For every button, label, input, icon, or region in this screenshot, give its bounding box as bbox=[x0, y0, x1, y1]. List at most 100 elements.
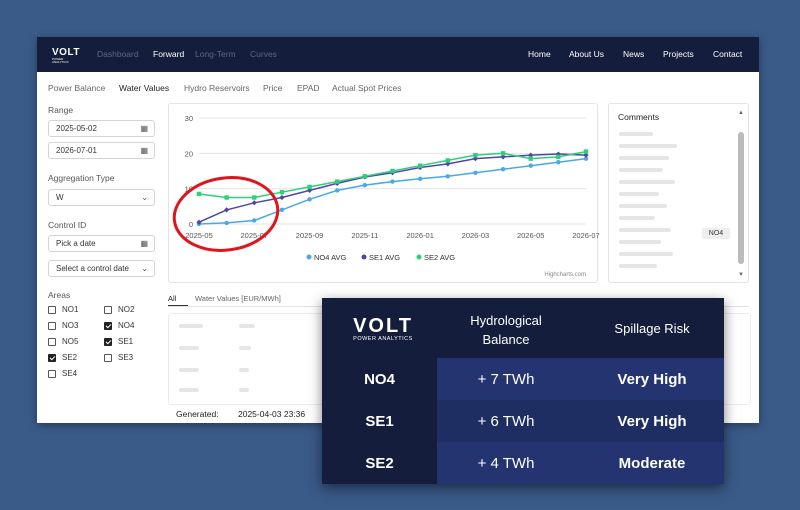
data-point bbox=[528, 163, 533, 168]
checkbox-label: NO1 bbox=[62, 305, 79, 314]
data-point bbox=[473, 170, 478, 175]
tab-actual-spot-prices[interactable]: Actual Spot Prices bbox=[332, 83, 401, 93]
top-navbar: VOLT POWER ANALYTICS Dashboard Forward L… bbox=[37, 37, 759, 72]
tab-all[interactable]: All bbox=[168, 294, 176, 303]
checkbox-box[interactable] bbox=[104, 338, 112, 346]
area-checkbox-no5[interactable]: NO5 bbox=[48, 337, 100, 349]
row-area-no4: NO4 bbox=[364, 371, 395, 388]
blurred-comment bbox=[619, 192, 659, 196]
area-checkbox-no1[interactable]: NO1 bbox=[48, 305, 100, 317]
scroll-down-icon[interactable]: ▼ bbox=[738, 272, 744, 278]
chevron-down-icon: ⌄ bbox=[141, 264, 148, 273]
nav-curves[interactable]: Curves bbox=[250, 37, 277, 72]
checkbox-box[interactable] bbox=[104, 354, 112, 362]
range-start-value: 2025-05-02 bbox=[56, 124, 97, 133]
nav-news[interactable]: News bbox=[623, 37, 644, 72]
checkbox-box[interactable] bbox=[104, 306, 112, 314]
tab-epad[interactable]: EPAD bbox=[297, 83, 320, 93]
checkbox-label: NO2 bbox=[118, 305, 135, 314]
tab-hydro-reservoirs[interactable]: Hydro Reservoirs bbox=[184, 83, 250, 93]
nav-long-term[interactable]: Long-Term bbox=[195, 37, 236, 72]
area-checkbox-no3[interactable]: NO3 bbox=[48, 321, 100, 333]
comments-panel: Comments NO4 ▲ ▼ bbox=[608, 103, 749, 283]
checkbox-box[interactable] bbox=[48, 370, 56, 378]
data-point bbox=[251, 200, 257, 206]
tab-water-values-eur[interactable]: Water Values [EUR/MWh] bbox=[195, 294, 281, 303]
area-checkbox-no2[interactable]: NO2 bbox=[104, 305, 156, 317]
blurred-comment bbox=[619, 156, 669, 160]
row-area-se2: SE2 bbox=[365, 455, 394, 472]
area-checkbox-se4[interactable]: SE4 bbox=[48, 369, 100, 381]
legend-marker bbox=[361, 254, 367, 260]
checkbox-box[interactable] bbox=[48, 354, 56, 362]
blurred-comment bbox=[619, 216, 655, 220]
blurred-comment bbox=[619, 228, 671, 232]
pick-date-input[interactable]: Pick a date ▦ bbox=[48, 235, 155, 252]
generated-value: 2025-04-03 23:36 bbox=[238, 409, 306, 419]
data-point bbox=[445, 174, 450, 179]
pick-date-placeholder: Pick a date bbox=[56, 239, 96, 248]
range-end-input[interactable]: 2026-07-01 ▦ bbox=[48, 142, 155, 159]
x-tick-label: 2026-01 bbox=[406, 231, 434, 240]
legend-marker bbox=[306, 254, 312, 260]
data-point bbox=[279, 194, 285, 201]
data-point bbox=[307, 197, 312, 202]
range-start-input[interactable]: 2025-05-02 ▦ bbox=[48, 120, 155, 137]
checkbox-label: SE2 bbox=[62, 353, 78, 362]
area-checkbox-se1[interactable]: SE1 bbox=[104, 337, 156, 349]
tab-power-balance[interactable]: Power Balance bbox=[48, 83, 105, 93]
row-balance-se2: + 4 TWh bbox=[477, 455, 535, 472]
checkbox-label: SE1 bbox=[118, 337, 134, 346]
checkbox-box[interactable] bbox=[104, 322, 112, 330]
comments-title: Comments bbox=[618, 112, 660, 122]
tab-water-values[interactable]: Water Values bbox=[119, 83, 169, 93]
series-line-se1-avg bbox=[198, 153, 587, 223]
generated-label: Generated: bbox=[176, 409, 219, 419]
data-point bbox=[307, 184, 312, 190]
volt-logo[interactable]: VOLT POWER ANALYTICS bbox=[52, 48, 80, 64]
data-point bbox=[500, 167, 506, 172]
comments-scrollbar[interactable] bbox=[738, 132, 744, 264]
areas-label: Areas bbox=[48, 290, 71, 300]
x-tick-label: 2026-07 bbox=[572, 231, 599, 240]
checkbox-box[interactable] bbox=[48, 306, 56, 314]
blurred-cell bbox=[179, 388, 199, 392]
nav-contact[interactable]: Contact bbox=[713, 37, 742, 72]
area-checkbox-se2[interactable]: SE2 bbox=[48, 353, 100, 365]
data-point bbox=[500, 151, 506, 156]
nav-home[interactable]: Home bbox=[528, 37, 551, 72]
tab-price[interactable]: Price bbox=[263, 83, 282, 93]
y-tick-label: 30 bbox=[185, 114, 193, 123]
checkbox-box[interactable] bbox=[48, 338, 56, 346]
blurred-comment bbox=[619, 204, 667, 208]
legend-label-se2-avg: SE2 AVG bbox=[424, 253, 455, 262]
area-checkbox-no4[interactable]: NO4 bbox=[104, 321, 156, 333]
aggregation-type-select[interactable]: W ⌄ bbox=[48, 189, 155, 206]
checkbox-box[interactable] bbox=[48, 322, 56, 330]
nav-dashboard[interactable]: Dashboard bbox=[97, 37, 139, 72]
col-header-spillage-risk: Spillage Risk bbox=[614, 321, 690, 336]
overlay-logo: VOLT POWER ANALYTICS bbox=[338, 316, 428, 343]
col-header-hydrological-balance: Hydrological Balance bbox=[470, 313, 542, 347]
blurred-comment bbox=[619, 180, 675, 184]
data-point bbox=[556, 159, 561, 165]
data-point bbox=[224, 195, 229, 200]
nav-about-us[interactable]: About Us bbox=[569, 37, 604, 72]
control-date-select[interactable]: Select a control date ⌄ bbox=[48, 260, 155, 277]
blurred-cell bbox=[179, 346, 199, 350]
data-point bbox=[362, 174, 368, 179]
nav-forward[interactable]: Forward bbox=[153, 37, 184, 72]
chart-canvas: 01020302025-05 2025-07 2025-09 2025-11 2026-… bbox=[172, 114, 600, 278]
control-date-placeholder: Select a control date bbox=[56, 264, 129, 273]
blurred-cell bbox=[179, 324, 203, 328]
x-tick-label: 2025-09 bbox=[296, 231, 324, 240]
control-id-label: Control ID bbox=[48, 220, 87, 230]
scroll-up-icon[interactable]: ▲ bbox=[738, 110, 744, 116]
blurred-comment bbox=[619, 264, 657, 268]
data-point bbox=[252, 195, 257, 200]
y-tick-label: 20 bbox=[185, 149, 193, 158]
nav-projects[interactable]: Projects bbox=[663, 37, 694, 72]
checkbox-label: SE4 bbox=[62, 369, 78, 378]
data-point bbox=[335, 179, 340, 184]
area-checkbox-se3[interactable]: SE3 bbox=[104, 353, 156, 365]
